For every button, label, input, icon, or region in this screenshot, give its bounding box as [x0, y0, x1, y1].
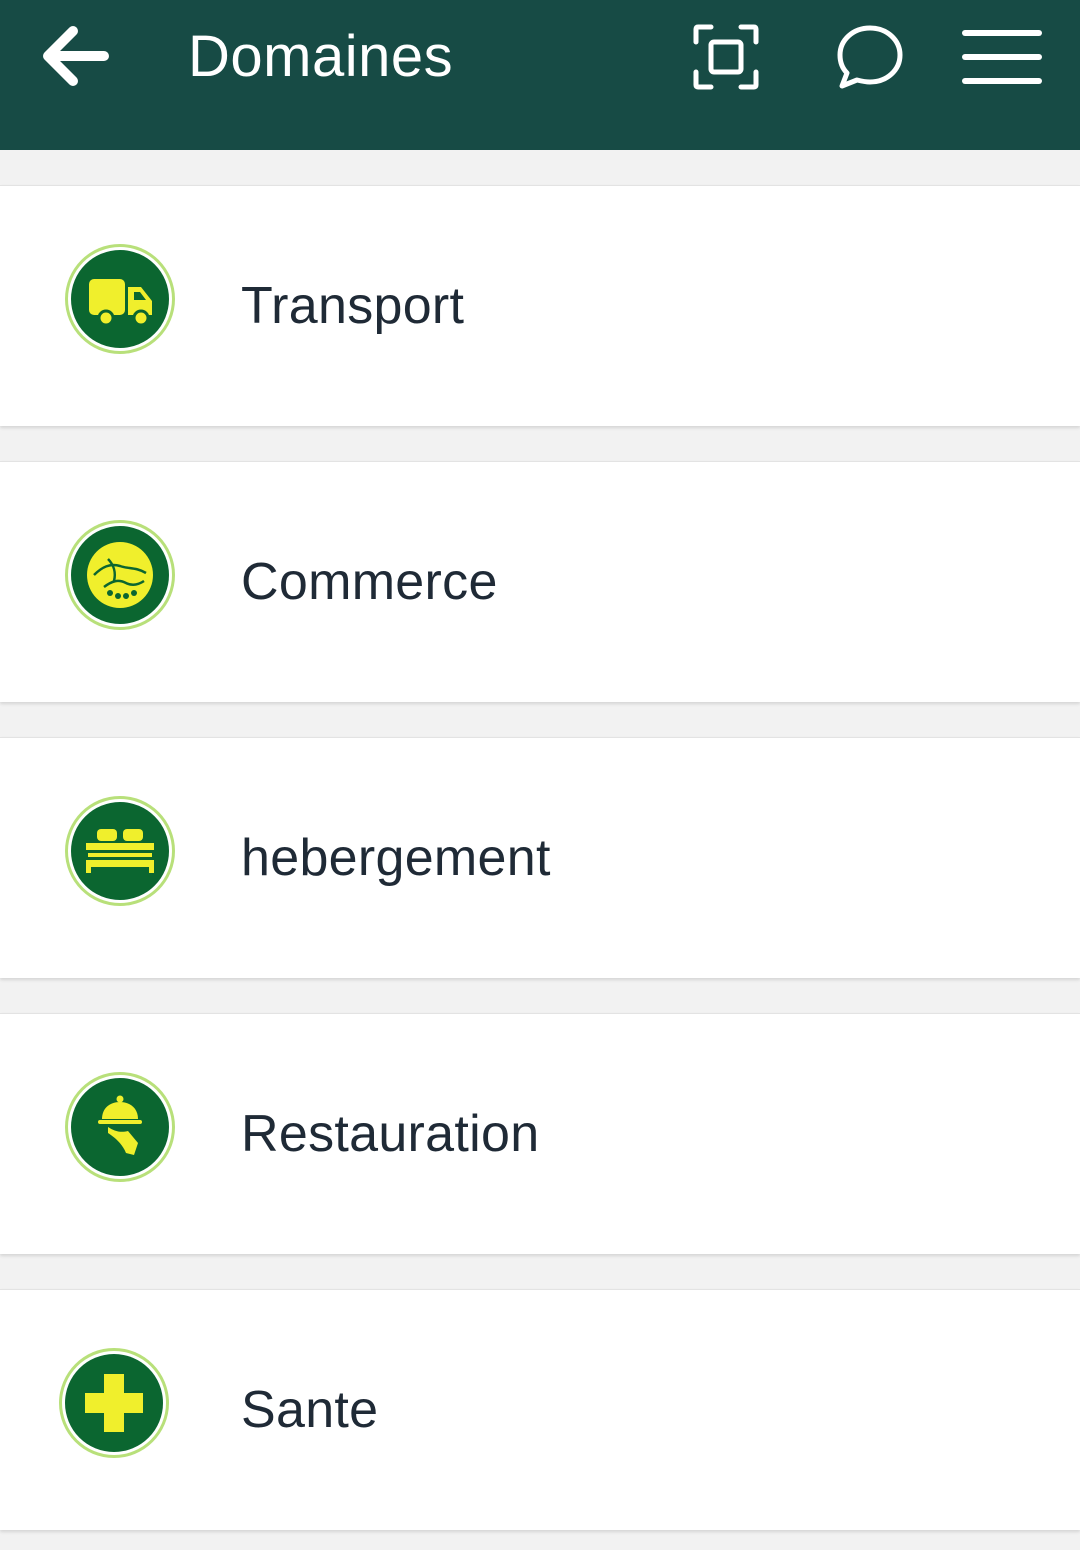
- domain-item-commerce[interactable]: Commerce: [0, 461, 1080, 702]
- arrow-left-icon: [43, 26, 109, 86]
- domain-label: Sante: [241, 1381, 379, 1439]
- scan-frame-icon: [693, 24, 759, 90]
- app-bar: Domaines: [0, 0, 1080, 150]
- hamburger-menu-icon: [962, 30, 1042, 84]
- domain-badge: [58, 1347, 170, 1459]
- medical-cross-icon: [59, 1348, 169, 1458]
- chat-bubble-icon: [837, 25, 903, 89]
- back-button[interactable]: [30, 18, 120, 94]
- page-title: Domaines: [188, 24, 454, 89]
- bed-icon: [65, 796, 175, 906]
- chat-button[interactable]: [825, 12, 915, 102]
- truck-icon: [65, 244, 175, 354]
- domain-label: hebergement: [241, 829, 551, 887]
- domain-badge: [64, 243, 176, 355]
- domain-item-transport[interactable]: Transport: [0, 185, 1080, 426]
- domain-badge: [64, 795, 176, 907]
- domain-item-hebergement[interactable]: hebergement: [0, 737, 1080, 978]
- domain-label: Commerce: [241, 553, 498, 611]
- serving-cloche-icon: [65, 1072, 175, 1182]
- domain-item-sante[interactable]: Sante: [0, 1289, 1080, 1530]
- domain-badge: [64, 519, 176, 631]
- domain-label: Transport: [241, 277, 465, 335]
- menu-button[interactable]: [957, 12, 1047, 102]
- domain-label: Restauration: [241, 1105, 540, 1163]
- handshake-icon: [65, 520, 175, 630]
- domain-item-restauration[interactable]: Restauration: [0, 1013, 1080, 1254]
- scan-button[interactable]: [681, 12, 771, 102]
- domain-badge: [64, 1071, 176, 1183]
